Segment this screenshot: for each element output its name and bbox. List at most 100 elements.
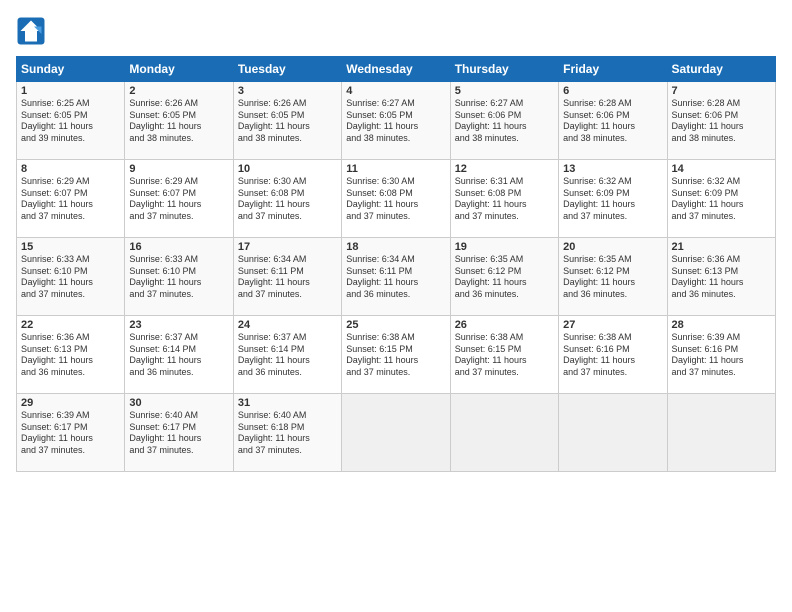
day-number: 8: [21, 163, 120, 175]
calendar-cell: 7Sunrise: 6:28 AM Sunset: 6:06 PM Daylig…: [667, 82, 775, 160]
calendar-cell: 12Sunrise: 6:31 AM Sunset: 6:08 PM Dayli…: [450, 160, 558, 238]
day-info: Sunrise: 6:39 AM Sunset: 6:17 PM Dayligh…: [21, 410, 120, 457]
calendar-cell: 14Sunrise: 6:32 AM Sunset: 6:09 PM Dayli…: [667, 160, 775, 238]
calendar-cell: 31Sunrise: 6:40 AM Sunset: 6:18 PM Dayli…: [233, 394, 341, 472]
calendar-cell: 20Sunrise: 6:35 AM Sunset: 6:12 PM Dayli…: [559, 238, 667, 316]
day-info: Sunrise: 6:35 AM Sunset: 6:12 PM Dayligh…: [563, 254, 662, 301]
calendar-cell: [667, 394, 775, 472]
day-number: 29: [21, 397, 120, 409]
day-number: 24: [238, 319, 337, 331]
day-number: 27: [563, 319, 662, 331]
day-number: 26: [455, 319, 554, 331]
day-number: 3: [238, 85, 337, 97]
calendar-cell: 22Sunrise: 6:36 AM Sunset: 6:13 PM Dayli…: [17, 316, 125, 394]
day-number: 6: [563, 85, 662, 97]
day-info: Sunrise: 6:29 AM Sunset: 6:07 PM Dayligh…: [129, 176, 228, 223]
calendar-cell: 24Sunrise: 6:37 AM Sunset: 6:14 PM Dayli…: [233, 316, 341, 394]
calendar-header-row: SundayMondayTuesdayWednesdayThursdayFrid…: [17, 57, 776, 82]
day-info: Sunrise: 6:26 AM Sunset: 6:05 PM Dayligh…: [238, 98, 337, 145]
day-info: Sunrise: 6:38 AM Sunset: 6:15 PM Dayligh…: [346, 332, 445, 379]
day-number: 30: [129, 397, 228, 409]
day-info: Sunrise: 6:37 AM Sunset: 6:14 PM Dayligh…: [238, 332, 337, 379]
day-number: 10: [238, 163, 337, 175]
calendar-cell: 25Sunrise: 6:38 AM Sunset: 6:15 PM Dayli…: [342, 316, 450, 394]
day-info: Sunrise: 6:34 AM Sunset: 6:11 PM Dayligh…: [346, 254, 445, 301]
calendar-cell: 29Sunrise: 6:39 AM Sunset: 6:17 PM Dayli…: [17, 394, 125, 472]
calendar-header-saturday: Saturday: [667, 57, 775, 82]
day-info: Sunrise: 6:34 AM Sunset: 6:11 PM Dayligh…: [238, 254, 337, 301]
day-info: Sunrise: 6:33 AM Sunset: 6:10 PM Dayligh…: [129, 254, 228, 301]
day-info: Sunrise: 6:27 AM Sunset: 6:05 PM Dayligh…: [346, 98, 445, 145]
logo-icon: [16, 16, 46, 46]
day-number: 31: [238, 397, 337, 409]
calendar-header-sunday: Sunday: [17, 57, 125, 82]
day-number: 15: [21, 241, 120, 253]
calendar-header-wednesday: Wednesday: [342, 57, 450, 82]
day-number: 14: [672, 163, 771, 175]
calendar-table: SundayMondayTuesdayWednesdayThursdayFrid…: [16, 56, 776, 472]
day-number: 19: [455, 241, 554, 253]
day-number: 4: [346, 85, 445, 97]
day-info: Sunrise: 6:28 AM Sunset: 6:06 PM Dayligh…: [563, 98, 662, 145]
calendar-cell: 15Sunrise: 6:33 AM Sunset: 6:10 PM Dayli…: [17, 238, 125, 316]
logo: [16, 16, 50, 46]
day-info: Sunrise: 6:35 AM Sunset: 6:12 PM Dayligh…: [455, 254, 554, 301]
calendar-cell: 10Sunrise: 6:30 AM Sunset: 6:08 PM Dayli…: [233, 160, 341, 238]
calendar-cell: 11Sunrise: 6:30 AM Sunset: 6:08 PM Dayli…: [342, 160, 450, 238]
calendar-cell: 16Sunrise: 6:33 AM Sunset: 6:10 PM Dayli…: [125, 238, 233, 316]
day-number: 22: [21, 319, 120, 331]
day-info: Sunrise: 6:32 AM Sunset: 6:09 PM Dayligh…: [563, 176, 662, 223]
calendar-cell: 23Sunrise: 6:37 AM Sunset: 6:14 PM Dayli…: [125, 316, 233, 394]
calendar-header-tuesday: Tuesday: [233, 57, 341, 82]
calendar-cell: 30Sunrise: 6:40 AM Sunset: 6:17 PM Dayli…: [125, 394, 233, 472]
day-info: Sunrise: 6:38 AM Sunset: 6:15 PM Dayligh…: [455, 332, 554, 379]
calendar-cell: 13Sunrise: 6:32 AM Sunset: 6:09 PM Dayli…: [559, 160, 667, 238]
day-number: 17: [238, 241, 337, 253]
calendar-cell: 5Sunrise: 6:27 AM Sunset: 6:06 PM Daylig…: [450, 82, 558, 160]
day-info: Sunrise: 6:39 AM Sunset: 6:16 PM Dayligh…: [672, 332, 771, 379]
calendar-cell: [559, 394, 667, 472]
calendar-cell: 27Sunrise: 6:38 AM Sunset: 6:16 PM Dayli…: [559, 316, 667, 394]
calendar-header-friday: Friday: [559, 57, 667, 82]
calendar-cell: 21Sunrise: 6:36 AM Sunset: 6:13 PM Dayli…: [667, 238, 775, 316]
day-number: 5: [455, 85, 554, 97]
calendar-cell: 17Sunrise: 6:34 AM Sunset: 6:11 PM Dayli…: [233, 238, 341, 316]
day-info: Sunrise: 6:40 AM Sunset: 6:18 PM Dayligh…: [238, 410, 337, 457]
day-info: Sunrise: 6:36 AM Sunset: 6:13 PM Dayligh…: [21, 332, 120, 379]
day-info: Sunrise: 6:33 AM Sunset: 6:10 PM Dayligh…: [21, 254, 120, 301]
calendar-cell: 9Sunrise: 6:29 AM Sunset: 6:07 PM Daylig…: [125, 160, 233, 238]
day-info: Sunrise: 6:28 AM Sunset: 6:06 PM Dayligh…: [672, 98, 771, 145]
day-number: 1: [21, 85, 120, 97]
day-number: 25: [346, 319, 445, 331]
day-number: 7: [672, 85, 771, 97]
day-number: 18: [346, 241, 445, 253]
day-number: 16: [129, 241, 228, 253]
day-info: Sunrise: 6:37 AM Sunset: 6:14 PM Dayligh…: [129, 332, 228, 379]
page-header: [16, 16, 776, 46]
calendar-cell: 8Sunrise: 6:29 AM Sunset: 6:07 PM Daylig…: [17, 160, 125, 238]
calendar-cell: 2Sunrise: 6:26 AM Sunset: 6:05 PM Daylig…: [125, 82, 233, 160]
day-number: 2: [129, 85, 228, 97]
calendar-cell: 3Sunrise: 6:26 AM Sunset: 6:05 PM Daylig…: [233, 82, 341, 160]
day-number: 21: [672, 241, 771, 253]
day-info: Sunrise: 6:40 AM Sunset: 6:17 PM Dayligh…: [129, 410, 228, 457]
day-info: Sunrise: 6:26 AM Sunset: 6:05 PM Dayligh…: [129, 98, 228, 145]
calendar-cell: 4Sunrise: 6:27 AM Sunset: 6:05 PM Daylig…: [342, 82, 450, 160]
day-number: 23: [129, 319, 228, 331]
day-number: 20: [563, 241, 662, 253]
day-info: Sunrise: 6:29 AM Sunset: 6:07 PM Dayligh…: [21, 176, 120, 223]
calendar-cell: [450, 394, 558, 472]
calendar-week-row: 15Sunrise: 6:33 AM Sunset: 6:10 PM Dayli…: [17, 238, 776, 316]
calendar-cell: [342, 394, 450, 472]
day-info: Sunrise: 6:30 AM Sunset: 6:08 PM Dayligh…: [346, 176, 445, 223]
calendar-cell: 18Sunrise: 6:34 AM Sunset: 6:11 PM Dayli…: [342, 238, 450, 316]
calendar-header-monday: Monday: [125, 57, 233, 82]
day-info: Sunrise: 6:27 AM Sunset: 6:06 PM Dayligh…: [455, 98, 554, 145]
calendar-week-row: 1Sunrise: 6:25 AM Sunset: 6:05 PM Daylig…: [17, 82, 776, 160]
calendar-week-row: 22Sunrise: 6:36 AM Sunset: 6:13 PM Dayli…: [17, 316, 776, 394]
calendar-cell: 6Sunrise: 6:28 AM Sunset: 6:06 PM Daylig…: [559, 82, 667, 160]
day-number: 12: [455, 163, 554, 175]
day-number: 28: [672, 319, 771, 331]
calendar-cell: 28Sunrise: 6:39 AM Sunset: 6:16 PM Dayli…: [667, 316, 775, 394]
day-info: Sunrise: 6:32 AM Sunset: 6:09 PM Dayligh…: [672, 176, 771, 223]
